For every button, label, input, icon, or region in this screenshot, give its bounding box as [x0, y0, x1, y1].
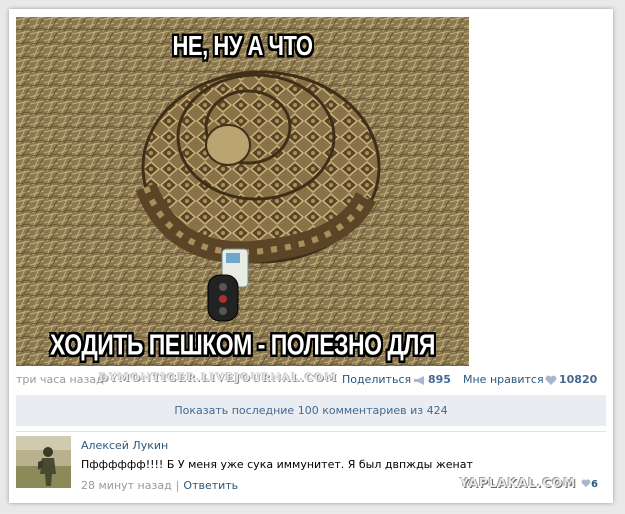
show-comments-button[interactable]: Показать последние 100 комментариев из 4…	[16, 395, 606, 426]
avatar[interactable]	[16, 436, 71, 488]
reply-button[interactable]: Ответить	[183, 479, 238, 492]
snake-photo	[16, 17, 469, 366]
post-image[interactable]: НЕ, НУ А ЧТО ХОДИТЬ ПЕШКОМ - ПОЛЕЗНО ДЛЯ…	[16, 17, 469, 366]
top-caption: НЕ, НУ А ЧТО	[172, 29, 313, 61]
post-card: НЕ, НУ А ЧТО ХОДИТЬ ПЕШКОМ - ПОЛЕЗНО ДЛЯ…	[9, 9, 613, 503]
post-time[interactable]: три часа назад	[16, 373, 104, 386]
megaphone-icon[interactable]	[413, 375, 426, 386]
comment-like-badge[interactable]: 6	[581, 479, 598, 490]
comment-footer: 28 минут назад | Ответить	[81, 479, 238, 492]
share-button[interactable]: Поделиться	[342, 373, 411, 386]
heart-icon	[581, 479, 591, 488]
share-count[interactable]: 895	[428, 373, 451, 386]
post-meta-row: три часа назад DYMONTIGER.LIVEJOURNAL.CO…	[16, 372, 606, 391]
comment-text: Пфффффф!!!! Б У меня уже сука иммунитет.…	[81, 458, 473, 471]
like-count[interactable]: 10820	[559, 373, 597, 386]
comment-like-count: 6	[591, 479, 598, 490]
heart-icon[interactable]	[545, 375, 557, 386]
source-watermark: DYMONTIGER.LIVEJOURNAL.COM	[99, 372, 338, 384]
site-watermark: YAPLAKAL.COM	[460, 476, 577, 490]
footer-separator: |	[175, 479, 180, 492]
comment-author[interactable]: Алексей Лукин	[81, 439, 168, 452]
comment-time[interactable]: 28 минут назад	[81, 479, 172, 492]
like-button[interactable]: Мне нравится	[463, 373, 544, 386]
bottom-caption: ХОДИТЬ ПЕШКОМ - ПОЛЕЗНО ДЛЯ ЗДОРОВЬЯ	[50, 328, 435, 366]
